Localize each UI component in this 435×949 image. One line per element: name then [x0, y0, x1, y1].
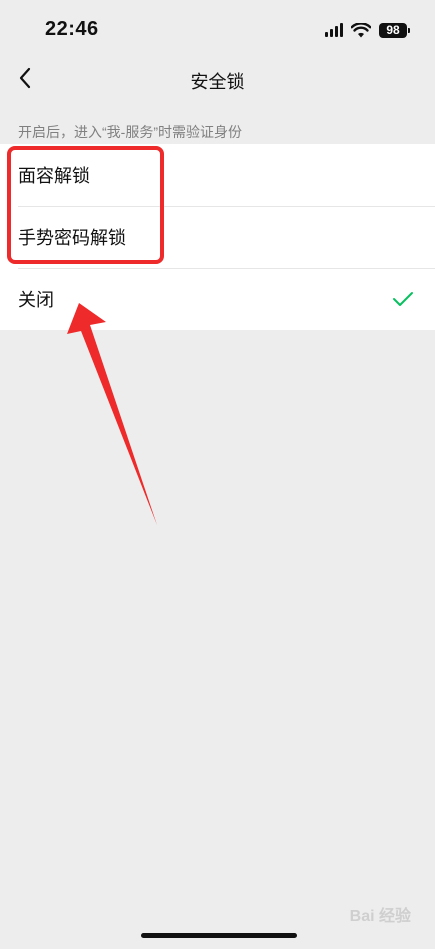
- page-title: 安全锁: [190, 72, 245, 92]
- battery-icon: 98: [379, 22, 410, 38]
- option-label: 关闭: [18, 290, 54, 310]
- annotation-arrow-icon: [67, 303, 157, 525]
- nav-bar: 安全锁: [0, 58, 435, 98]
- battery-level: 98: [386, 23, 400, 37]
- home-indicator: [141, 933, 297, 938]
- section-hint: 开启后，进入“我-服务”时需验证身份: [18, 124, 242, 140]
- status-time: 22:46: [45, 18, 99, 40]
- checkmark-icon: [393, 292, 413, 306]
- watermark: Bai 经验: [349, 908, 411, 925]
- option-off[interactable]: 关闭: [0, 268, 435, 330]
- wifi-icon: [351, 22, 371, 37]
- cellular-signal-icon: [325, 23, 343, 37]
- status-bar: 22:46 98: [0, 0, 435, 58]
- status-icons: 98: [325, 20, 410, 40]
- annotation-highlight-box: [7, 146, 164, 264]
